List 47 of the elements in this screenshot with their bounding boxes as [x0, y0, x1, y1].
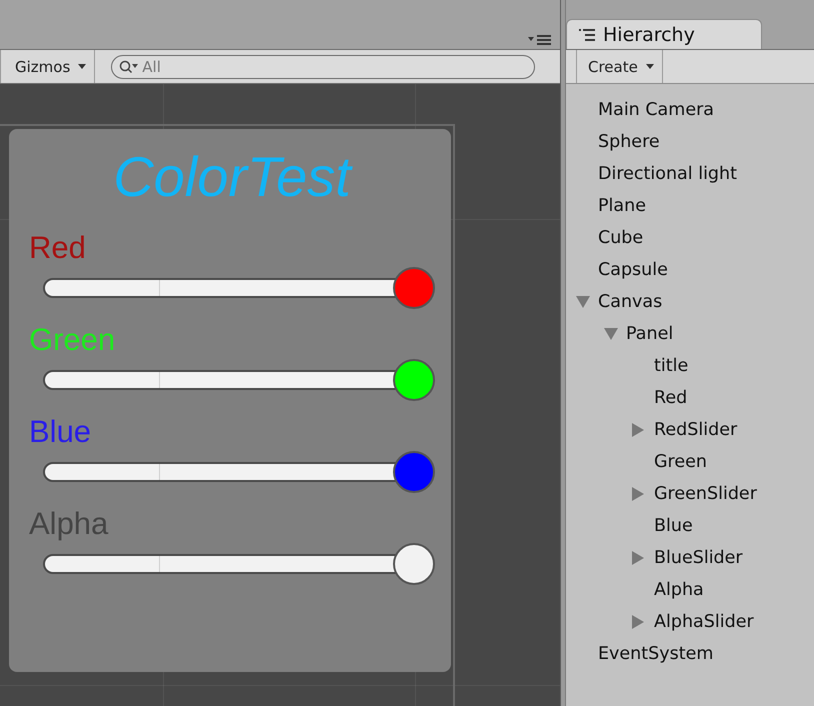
hierarchy-item[interactable]: Blue [654, 516, 693, 536]
menu-icon[interactable] [528, 34, 552, 46]
hierarchy-item[interactable]: Canvas [598, 292, 662, 312]
hierarchy-item[interactable]: EventSystem [598, 644, 714, 664]
collapsed-arrow-icon[interactable] [632, 487, 644, 501]
panel-title: ColorTest [112, 145, 354, 209]
slider[interactable] [43, 359, 435, 401]
slider-thumb[interactable] [393, 451, 435, 493]
hierarchy-item[interactable]: RedSlider [654, 420, 738, 440]
slider[interactable] [43, 451, 435, 493]
collapsed-arrow-icon[interactable] [632, 615, 644, 629]
gizmos-dropdown[interactable]: Gizmos [0, 50, 96, 83]
create-dropdown[interactable]: Create [576, 50, 663, 83]
slider-label: Blue [29, 415, 92, 449]
slider-label: Alpha [29, 507, 110, 541]
hierarchy-item[interactable]: AlphaSlider [654, 612, 754, 632]
slider-label: Green [29, 323, 116, 357]
hierarchy-item[interactable]: GreenSlider [654, 484, 757, 504]
slider-thumb[interactable] [393, 359, 435, 401]
tab-label: Hierarchy [603, 24, 695, 46]
list-icon [579, 28, 595, 40]
hierarchy-item[interactable]: BlueSlider [654, 548, 743, 568]
hierarchy-item[interactable]: Directional light [598, 164, 737, 184]
slider[interactable] [43, 543, 435, 585]
slider-label: Red [29, 231, 87, 265]
hierarchy-item[interactable]: Capsule [598, 260, 668, 280]
hierarchy-item[interactable]: title [654, 356, 688, 376]
expanded-arrow-icon[interactable] [604, 328, 618, 340]
hierarchy-item[interactable]: Alpha [654, 580, 704, 600]
hierarchy-item[interactable]: Cube [598, 228, 644, 248]
caret-icon [646, 64, 654, 69]
expanded-arrow-icon[interactable] [576, 296, 590, 308]
hierarchy-item[interactable]: Red [654, 388, 688, 408]
search-icon [119, 60, 140, 74]
hierarchy-item[interactable]: Main Camera [598, 100, 714, 120]
search-field[interactable]: All [111, 54, 536, 78]
collapsed-arrow-icon[interactable] [632, 423, 644, 437]
caret-icon [78, 64, 86, 69]
slider[interactable] [43, 267, 435, 309]
hierarchy-item[interactable]: Plane [598, 196, 646, 216]
hierarchy-item[interactable]: Panel [626, 324, 674, 344]
hierarchy-item[interactable]: Green [654, 452, 707, 472]
slider-thumb[interactable] [393, 543, 435, 585]
hierarchy-tab[interactable]: Hierarchy [566, 19, 762, 49]
collapsed-arrow-icon[interactable] [632, 551, 644, 565]
slider-thumb[interactable] [393, 267, 435, 309]
hierarchy-item[interactable]: Sphere [598, 132, 660, 152]
